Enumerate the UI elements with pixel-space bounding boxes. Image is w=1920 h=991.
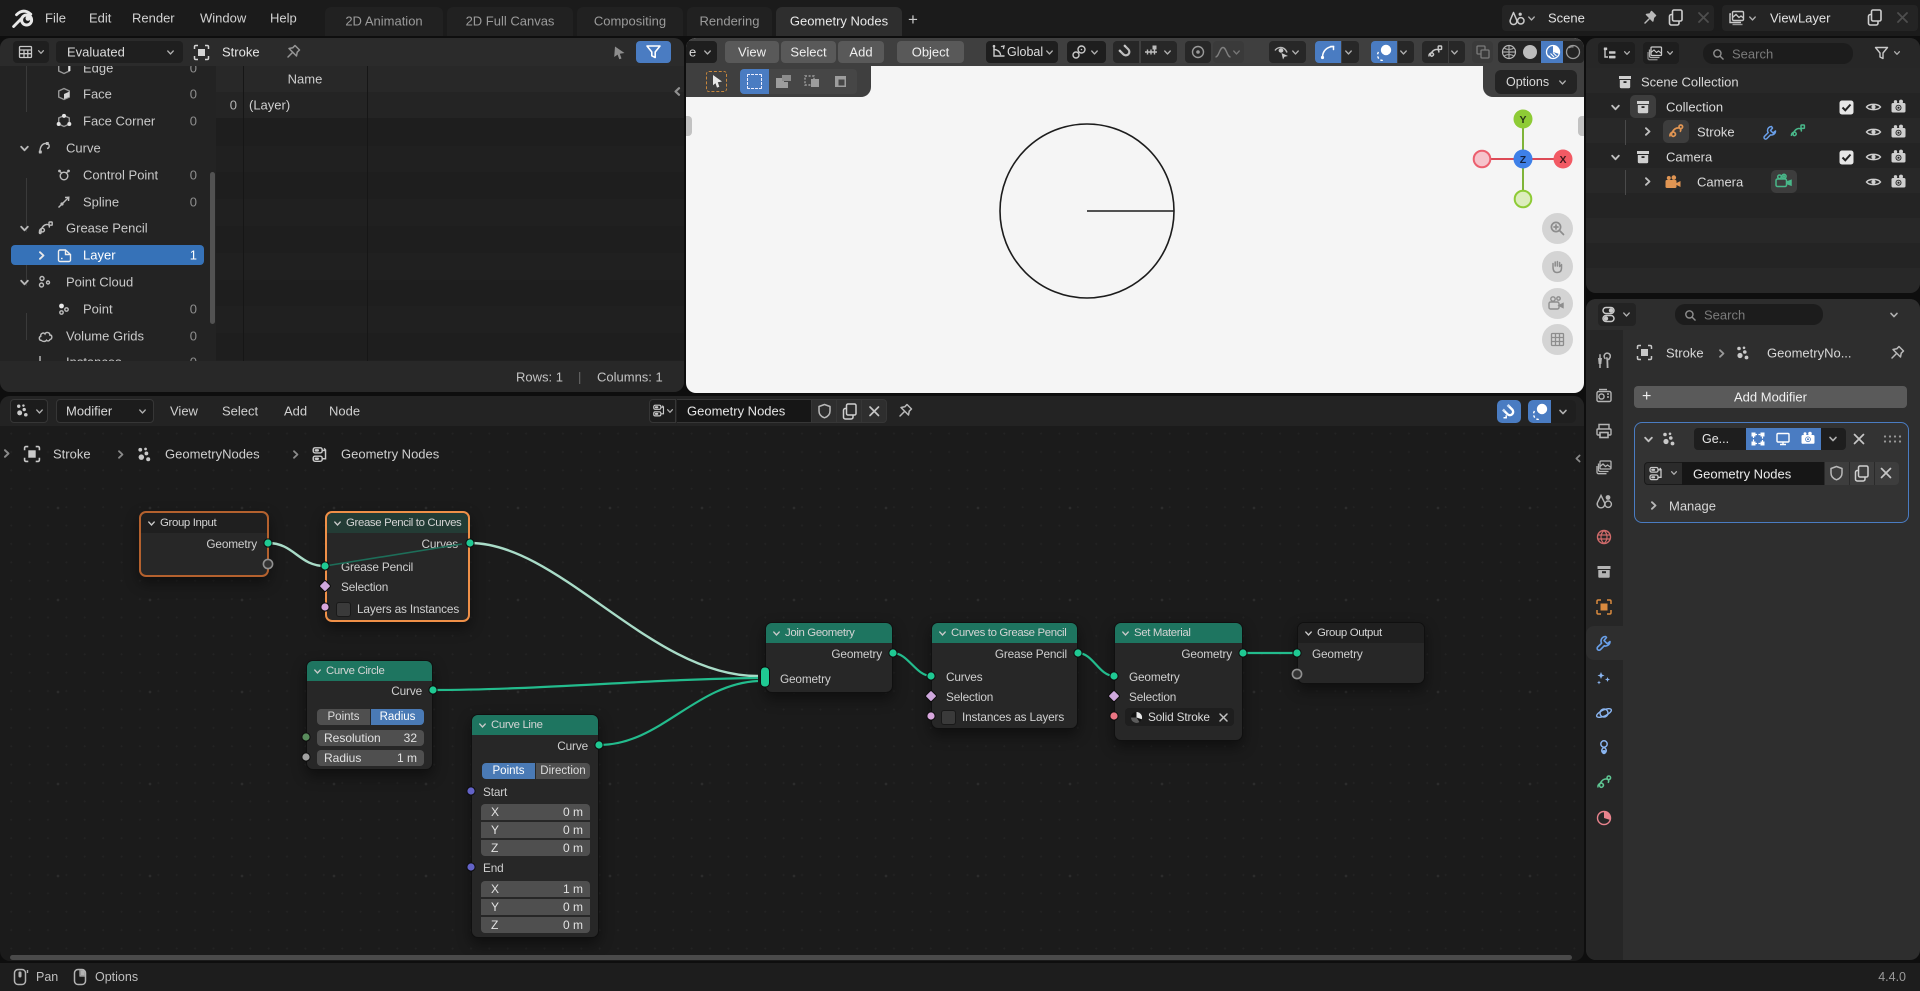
svg-text:Y: Y bbox=[1519, 114, 1526, 126]
svg-text:Z: Z bbox=[1520, 154, 1527, 166]
svg-text:X: X bbox=[1559, 154, 1566, 166]
